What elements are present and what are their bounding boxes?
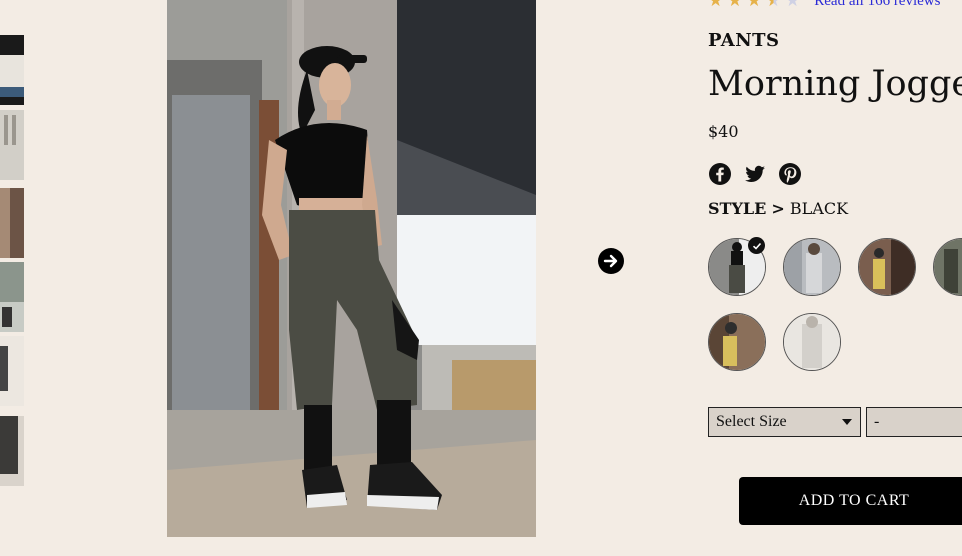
thumbnail-5[interactable] bbox=[0, 336, 24, 406]
style-swatch-yellow[interactable] bbox=[858, 238, 916, 296]
size-select[interactable]: Select Size bbox=[708, 407, 861, 437]
star-empty-icon: ★ bbox=[785, 0, 801, 11]
twitter-icon[interactable] bbox=[743, 162, 767, 186]
quantity-select[interactable]: - bbox=[866, 407, 962, 437]
style-value: BLACK bbox=[789, 199, 849, 218]
thumbnail-2[interactable] bbox=[0, 110, 24, 180]
add-to-cart-button[interactable]: ADD TO CART bbox=[739, 477, 962, 525]
quantity-select-value: - bbox=[874, 413, 880, 430]
add-to-cart-label: ADD TO CART bbox=[798, 492, 910, 509]
star-icon: ★ bbox=[727, 0, 743, 11]
star-half-icon: ★ bbox=[766, 0, 781, 10]
star-icon: ★ bbox=[708, 0, 724, 11]
style-heading: STYLE bbox=[708, 199, 767, 218]
thumbnail-3[interactable] bbox=[0, 188, 24, 258]
share-icons bbox=[708, 162, 802, 186]
product-rating: ★ ★ ★ ★ ★ Read all 166 reviews bbox=[708, 0, 940, 10]
size-select-value: Select Size bbox=[716, 413, 787, 430]
thumbnail-6[interactable] bbox=[0, 416, 24, 486]
read-reviews-link[interactable]: Read all 166 reviews bbox=[814, 0, 940, 10]
style-swatch-grey[interactable] bbox=[783, 238, 841, 296]
star-icon: ★ bbox=[746, 0, 762, 11]
style-separator: > bbox=[771, 199, 785, 218]
style-label: STYLE > BLACK bbox=[708, 199, 848, 218]
style-swatch-mustard[interactable] bbox=[708, 313, 766, 371]
next-image-arrow-button[interactable] bbox=[598, 248, 624, 274]
style-swatch-white[interactable] bbox=[783, 313, 841, 371]
thumbnail-strip bbox=[0, 0, 24, 556]
product-price: $40 bbox=[708, 122, 739, 141]
facebook-icon[interactable] bbox=[708, 162, 732, 186]
style-swatch-olive[interactable] bbox=[933, 238, 962, 296]
selected-check-icon bbox=[748, 237, 765, 254]
arrow-right-icon bbox=[603, 254, 618, 268]
main-product-image bbox=[167, 0, 536, 537]
chevron-down-icon bbox=[842, 419, 852, 425]
product-title: Morning Joggers bbox=[708, 64, 962, 104]
thumbnail-4[interactable] bbox=[0, 262, 24, 332]
thumbnail-1[interactable] bbox=[0, 35, 24, 105]
product-category: PANTS bbox=[708, 30, 780, 51]
pinterest-icon[interactable] bbox=[778, 162, 802, 186]
